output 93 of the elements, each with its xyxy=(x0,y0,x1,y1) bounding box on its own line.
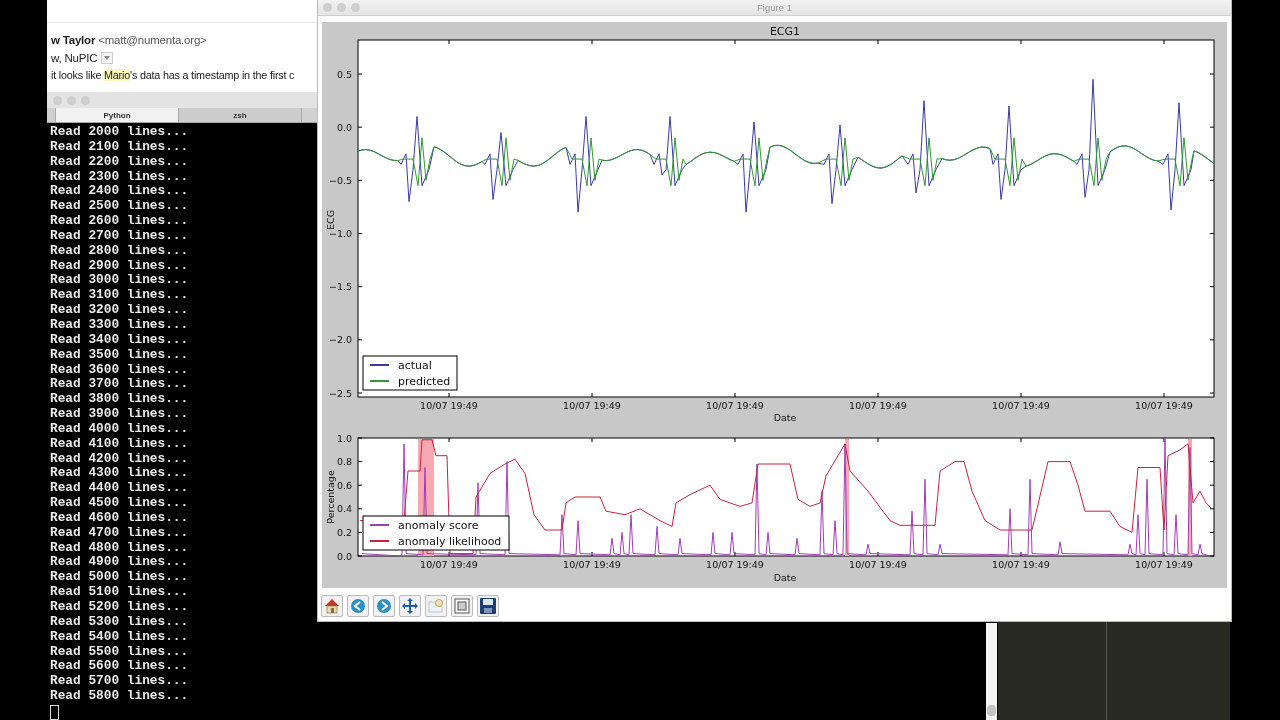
tick-label: 10/07 19:49 xyxy=(420,400,478,411)
recipients-text: w, NuPIC xyxy=(51,51,98,66)
terminal-line: Read 3100 lines... xyxy=(50,288,189,304)
tick-label: 10/07 19:49 xyxy=(849,559,907,570)
forward-button[interactable] xyxy=(373,595,395,617)
tick-label: 10/07 19:49 xyxy=(706,400,764,411)
scrollbar[interactable] xyxy=(986,623,997,720)
terminal-line: Read 2000 lines... xyxy=(50,125,189,140)
terminal-line: Read 4500 lines... xyxy=(50,496,189,511)
home-icon xyxy=(323,597,341,615)
chart-title: ECG1 xyxy=(769,25,801,38)
terminal-line: Read 3700 lines... xyxy=(50,377,189,393)
terminal-line: Read 2900 lines... xyxy=(50,258,189,274)
pan-button[interactable] xyxy=(399,595,421,617)
tick-label: 1.0 xyxy=(336,432,352,444)
terminal-line: Read 5700 lines... xyxy=(50,674,189,690)
tick-label: 10/07 19:49 xyxy=(706,559,764,570)
move-arrows-icon xyxy=(401,597,419,615)
home-button[interactable] xyxy=(321,595,343,617)
tick-label: 0.0 xyxy=(336,550,352,562)
terminal-line: Read 2600 lines... xyxy=(50,214,189,229)
tick-label: 0.6 xyxy=(336,479,352,491)
terminal-line: Read 4200 lines... xyxy=(50,451,189,467)
save-button[interactable] xyxy=(477,595,499,617)
scroll-thumb[interactable] xyxy=(987,705,996,716)
tick-label: 10/07 19:49 xyxy=(563,559,621,570)
terminal-line: Read 2300 lines... xyxy=(50,169,189,185)
terminal-line: Read 5200 lines... xyxy=(50,600,189,615)
terminal-line: Read 2500 lines... xyxy=(50,199,189,215)
terminal-line: Read 2200 lines... xyxy=(50,154,189,170)
terminal-line: Read 3600 lines... xyxy=(50,362,189,378)
terminal-line: Read 5500 lines... xyxy=(50,644,189,660)
terminal-line: Read 5300 lines... xyxy=(50,614,189,630)
terminal-line: Read 5800 lines... xyxy=(50,689,189,704)
terminal-line: Read 3200 lines... xyxy=(50,303,189,318)
terminal-line: Read 2700 lines... xyxy=(50,228,189,244)
text-cursor xyxy=(50,704,59,720)
terminal-line: Read 4100 lines... xyxy=(50,436,189,452)
sender-line: w Taylor <matt@numenta.org> xyxy=(50,33,208,48)
tick-label: −2.0 xyxy=(328,334,352,346)
axis-label: Date xyxy=(773,572,797,583)
terminal-line: Read 2100 lines... xyxy=(50,139,189,155)
tick-label: 10/07 19:49 xyxy=(420,559,478,570)
terminal-tab[interactable]: Python xyxy=(56,108,179,122)
terminal-line: Read 3000 lines... xyxy=(50,273,189,289)
subplots-icon xyxy=(453,597,471,615)
tick-label: 10/07 19:49 xyxy=(1135,400,1193,411)
terminal-line: Read 5000 lines... xyxy=(50,570,189,586)
tick-label: 0.5 xyxy=(336,68,352,80)
terminal-line: Read 4000 lines... xyxy=(50,421,189,437)
tick-label: 0.0 xyxy=(336,121,352,133)
legend-label: predicted xyxy=(398,375,451,388)
terminal-line: Read 3400 lines... xyxy=(50,332,189,348)
terminal-line: Read 5400 lines... xyxy=(50,629,189,645)
terminal-line: Read 3300 lines... xyxy=(50,317,189,333)
legend-label: anomaly score xyxy=(398,519,479,532)
axis-label: Date xyxy=(773,412,797,423)
terminal-line: Read 3500 lines... xyxy=(50,347,189,363)
terminal-line: Read 3900 lines... xyxy=(50,407,189,422)
terminal-line: Read 4700 lines... xyxy=(50,525,189,541)
tick-label: 10/07 19:49 xyxy=(992,559,1050,570)
tick-label: 0.4 xyxy=(336,503,352,515)
tick-label: −2.5 xyxy=(328,387,352,399)
terminal-line: Read 4800 lines... xyxy=(50,540,189,556)
tick-label: 10/07 19:49 xyxy=(849,400,907,411)
legend-label: actual xyxy=(398,359,432,372)
terminal-tab[interactable]: zsh xyxy=(179,108,302,122)
tick-label: 0.2 xyxy=(336,526,352,538)
terminal-line: Read 5600 lines... xyxy=(50,659,189,675)
axis-label: ECG xyxy=(325,210,336,230)
back-button[interactable] xyxy=(347,595,369,617)
axis-label: Percentage xyxy=(325,470,336,524)
terminal-line: Read 2400 lines... xyxy=(50,184,189,200)
zoom-rect-icon xyxy=(427,597,445,615)
tick-label: 0.8 xyxy=(336,456,352,468)
tick-label: −0.5 xyxy=(328,174,352,186)
message-text: it looks like Mario's data has a timestamp in the first c xyxy=(50,68,296,83)
terminal-line: Read 4400 lines... xyxy=(50,481,189,497)
tick-label: −1.5 xyxy=(328,281,352,293)
terminal-line: Read 2800 lines... xyxy=(50,243,189,259)
window-title: Figure 1 xyxy=(757,2,792,13)
tick-label: −1.0 xyxy=(328,228,352,239)
tick-label: 10/07 19:49 xyxy=(992,400,1050,411)
tick-label: 10/07 19:49 xyxy=(563,400,621,411)
terminal-line: Read 4900 lines... xyxy=(50,555,189,571)
legend-label: anomaly likelihood xyxy=(398,535,502,548)
tick-label: 10/07 19:49 xyxy=(1135,559,1193,570)
dropdown-button[interactable] xyxy=(101,52,114,64)
terminal-line: Read 4300 lines... xyxy=(50,466,189,482)
terminal-line: Read 3800 lines... xyxy=(50,392,189,408)
terminal-line: Read 5100 lines... xyxy=(50,585,189,600)
save-icon xyxy=(479,597,497,615)
terminal-line: Read 4600 lines... xyxy=(50,510,189,526)
